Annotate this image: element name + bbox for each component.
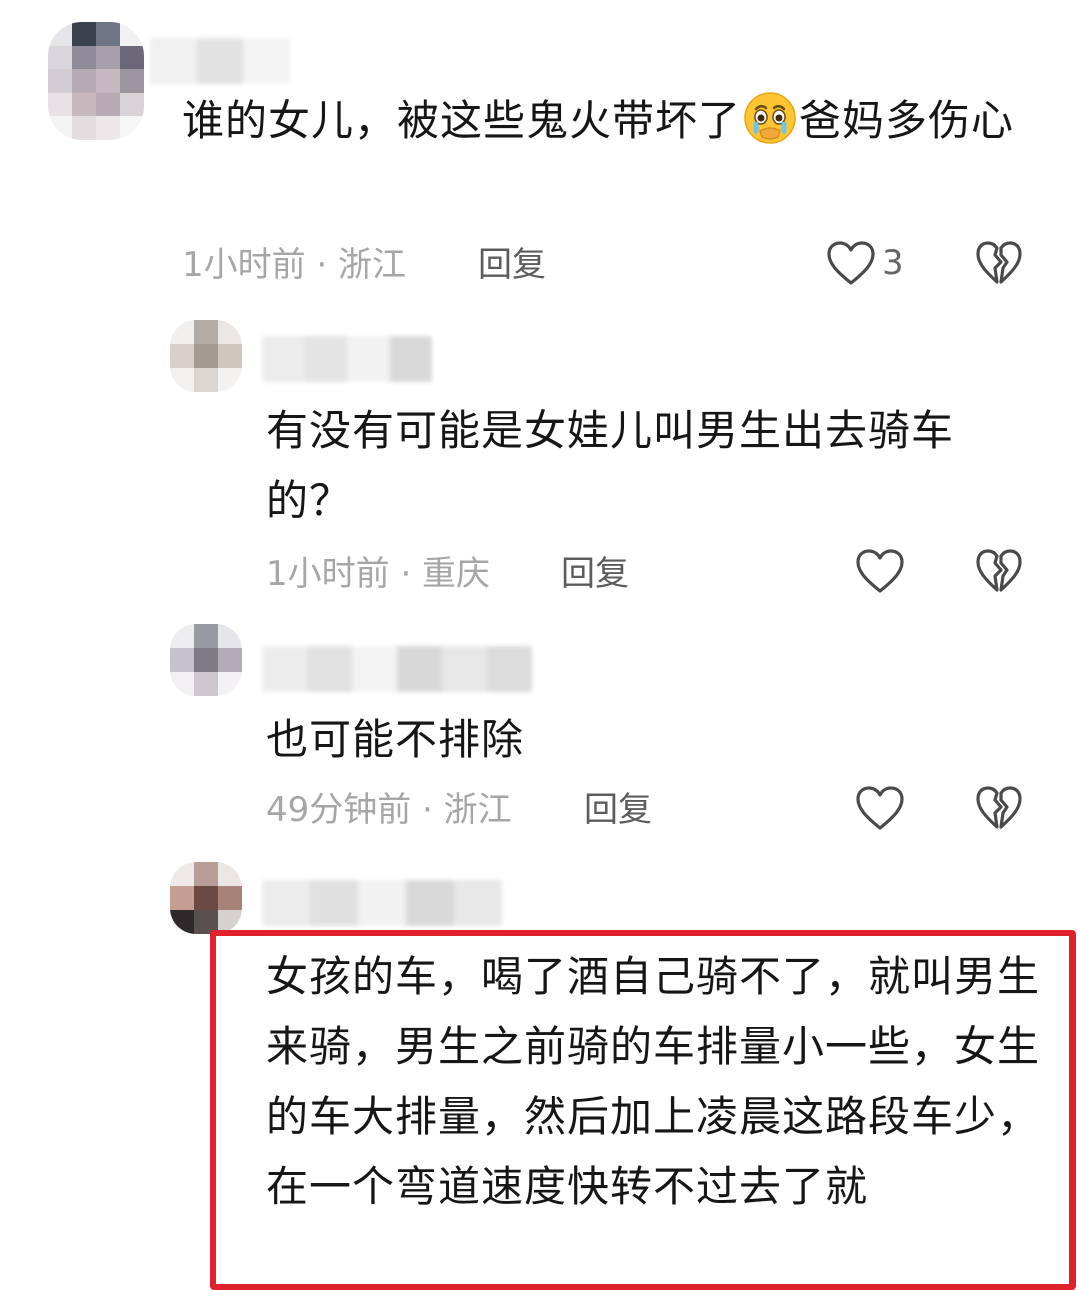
broken-heart-icon <box>975 240 1023 286</box>
dislike-button[interactable] <box>975 240 1023 286</box>
username-blurred[interactable] <box>262 880 502 926</box>
comment-meta: 49分钟前 · 浙江 <box>266 790 512 830</box>
reply-button[interactable]: 回复 <box>478 243 546 287</box>
comment-text: 有没有可能是女娃儿叫男生出去骑车的？ <box>266 406 955 525</box>
avatar[interactable] <box>170 624 242 696</box>
username-blurred[interactable] <box>150 38 291 84</box>
reply-button[interactable]: 回复 <box>561 552 629 596</box>
heart-outline-icon <box>855 548 905 594</box>
username-blurred[interactable] <box>262 646 532 692</box>
crying-face-emoji <box>743 91 797 145</box>
avatar[interactable] <box>48 22 144 140</box>
avatar[interactable] <box>170 320 242 392</box>
heart-outline-icon <box>826 240 876 286</box>
broken-heart-icon <box>975 548 1023 594</box>
broken-heart-icon <box>975 785 1023 831</box>
dislike-button[interactable] <box>975 785 1023 831</box>
comment-meta: 1小时前 · 浙江 <box>182 245 407 285</box>
like-count: 3 <box>882 243 904 283</box>
reply-button[interactable]: 回复 <box>584 788 652 832</box>
comment-meta: 1小时前 · 重庆 <box>266 554 491 594</box>
avatar[interactable] <box>170 862 242 934</box>
comment-text: 也可能不排除 <box>266 715 525 764</box>
comment-text: 女孩的车，喝了酒自己骑不了，就叫男生来骑，男生之前骑的车排量小一些，女生的车大排… <box>266 952 1041 1211</box>
like-button[interactable] <box>855 548 905 594</box>
dislike-button[interactable] <box>975 548 1023 594</box>
like-button[interactable] <box>855 785 905 831</box>
heart-outline-icon <box>855 785 905 831</box>
username-blurred[interactable] <box>262 336 432 382</box>
like-button[interactable]: 3 <box>826 240 904 286</box>
comment-text: 谁的女儿，被这些鬼火带坏了 爸妈多伤心 <box>182 86 1032 156</box>
